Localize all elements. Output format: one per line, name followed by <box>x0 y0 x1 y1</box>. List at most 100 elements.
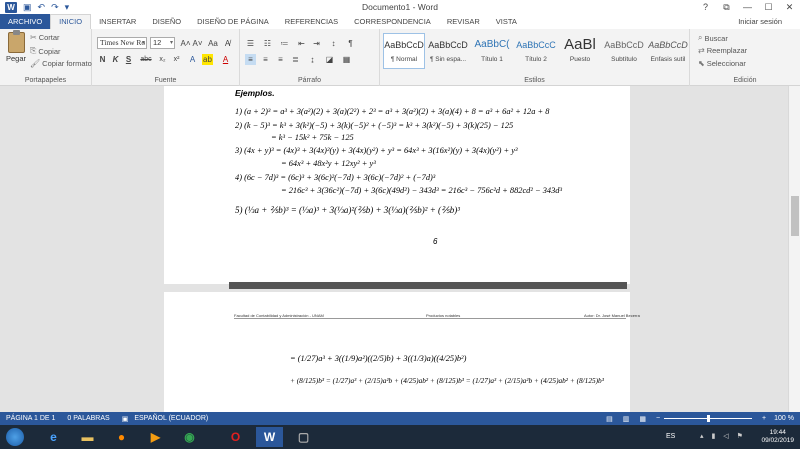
numbering-icon[interactable]: ☷ <box>262 38 273 49</box>
cut-button[interactable]: ✂ Cortar <box>30 33 60 42</box>
sign-in-link[interactable]: Iniciar sesión <box>738 14 782 29</box>
scrollbar-thumb[interactable] <box>791 196 799 236</box>
clipboard-group: Pegar ✂ Cortar ⎘ Copiar 🖌 Copiar formato Po… <box>0 29 92 86</box>
tab-correspondencia[interactable]: CORRESPONDENCIA <box>346 14 439 29</box>
style-puesto[interactable]: AaBl Puesto <box>559 33 601 69</box>
web-layout-icon[interactable]: ▦ <box>639 415 646 423</box>
font-name-select[interactable]: Times New Ro ▾ <box>97 37 147 49</box>
italic-button[interactable]: K <box>110 54 121 65</box>
shrink-font-icon[interactable]: A˅ <box>192 38 203 49</box>
sort-icon[interactable]: ↕ <box>328 38 339 49</box>
search-icon: ⌕ <box>698 33 703 42</box>
strikethrough-button[interactable]: abc <box>138 54 154 65</box>
vertical-scrollbar[interactable] <box>788 86 800 412</box>
bold-button[interactable]: N <box>97 54 108 65</box>
borders-icon[interactable]: ▦ <box>341 54 352 65</box>
tab-diseno[interactable]: DISEÑO <box>144 14 189 29</box>
zoom-out-icon[interactable]: − <box>656 415 660 422</box>
underline-button[interactable]: S <box>123 54 134 65</box>
chrome-icon[interactable]: ◉ <box>176 427 203 447</box>
folder-icon[interactable]: ▬ <box>74 427 101 447</box>
clock[interactable]: 19:44 09/02/2019 <box>761 429 794 445</box>
document-area[interactable]: Ejemplos. 1) (a + 2)³ = a³ + 3(a²)(2) + … <box>0 86 800 412</box>
zoom-slider-knob[interactable] <box>707 415 711 422</box>
line-spacing-icon[interactable]: ↨ <box>307 54 318 65</box>
read-mode-icon[interactable]: ▤ <box>606 415 613 423</box>
tab-archivo[interactable]: ARCHIVO <box>0 14 51 29</box>
font-color-icon[interactable]: A <box>220 54 231 65</box>
subscript-button[interactable]: x₂ <box>156 54 169 65</box>
select-button[interactable]: ⬉ Seleccionar <box>698 59 746 68</box>
minimize-button[interactable]: — <box>737 0 758 14</box>
example-2: 2) (k − 5)³ = k³ + 3(k²)(−5) + 3(k)(−5)²… <box>235 121 514 130</box>
input-language[interactable]: ES <box>666 433 675 440</box>
bullets-icon[interactable]: ☰ <box>245 38 256 49</box>
superscript-button[interactable]: x² <box>170 54 183 65</box>
language-status[interactable]: ESPAÑOL (ECUADOR) <box>134 415 208 422</box>
change-case-icon[interactable]: Aa <box>206 38 220 49</box>
text-effects-icon[interactable]: A <box>187 54 198 65</box>
highlight-icon[interactable]: ab <box>202 54 213 65</box>
ie-icon[interactable]: e <box>40 427 67 447</box>
page-count[interactable]: PÁGINA 1 DE 1 <box>6 415 55 422</box>
align-left-icon[interactable]: ≡ <box>245 54 256 65</box>
shading-icon[interactable]: ◪ <box>324 54 335 65</box>
ribbon-display-icon[interactable]: ⧉ <box>716 0 737 14</box>
format-painter-button[interactable]: 🖌 Copiar formato <box>30 59 92 68</box>
show-marks-icon[interactable]: ¶ <box>345 38 356 49</box>
clipboard-label: Portapapeles <box>24 77 67 84</box>
redo-icon[interactable]: ↷ <box>51 1 59 13</box>
maximize-button[interactable]: ☐ <box>758 0 779 14</box>
media-icon[interactable]: ▶ <box>142 427 169 447</box>
style-enfasis-sutil[interactable]: AaBbCcD Énfasis sutil <box>647 33 689 69</box>
copy-button[interactable]: ⎘ Copiar <box>30 46 61 56</box>
page-2[interactable]: Facultad de Contabilidad y Administració… <box>164 292 640 412</box>
tab-revisar[interactable]: REVISAR <box>439 14 488 29</box>
tab-vista[interactable]: VISTA <box>488 14 525 29</box>
opera-icon[interactable]: O <box>222 427 249 447</box>
style-titulo-2[interactable]: AaBbCcC Título 2 <box>515 33 557 69</box>
firefox-icon[interactable]: ● <box>108 427 135 447</box>
customize-icon[interactable]: ▾ <box>65 1 70 13</box>
header-divider <box>234 318 626 319</box>
replace-icon: ⇄ <box>698 46 705 55</box>
paste-button[interactable]: Pegar <box>4 30 28 63</box>
justify-icon[interactable]: ≣ <box>290 54 301 65</box>
undo-icon[interactable]: ↶ <box>38 1 46 13</box>
style-titulo-1[interactable]: AaBbC(Título 1 <box>471 33 513 69</box>
unknown-app-icon[interactable]: ▢ <box>290 427 317 447</box>
style-normal[interactable]: AaBbCcD ¶ Normal <box>383 33 425 69</box>
grow-font-icon[interactable]: A˄ <box>180 38 191 49</box>
find-button[interactable]: ⌕ Buscar <box>698 33 728 43</box>
tab-diseno-pagina[interactable]: DISEÑO DE PÁGINA <box>189 14 277 29</box>
print-layout-icon[interactable]: ▥ <box>623 415 630 423</box>
start-button[interactable] <box>6 428 24 446</box>
help-icon[interactable]: ? <box>695 0 716 14</box>
font-size-select[interactable]: 12 ▾ <box>150 37 175 49</box>
tab-inicio[interactable]: INICIO <box>50 14 92 29</box>
multilevel-list-icon[interactable]: ≔ <box>279 38 290 49</box>
zoom-slider[interactable] <box>664 415 753 422</box>
clear-format-icon[interactable]: A̸ <box>222 38 233 49</box>
zoom-in-icon[interactable]: + <box>762 415 766 422</box>
word-taskbar-icon[interactable]: W <box>256 427 283 447</box>
decrease-indent-icon[interactable]: ⇤ <box>296 38 307 49</box>
styles-group: AaBbCcD ¶ Normal AaBbCcD ¶ Sin espa... AaB… <box>380 29 690 86</box>
align-center-icon[interactable]: ≡ <box>260 54 271 65</box>
style-subtitulo[interactable]: AaBbCcD Subtítulo <box>603 33 645 69</box>
tab-insertar[interactable]: INSERTAR <box>91 14 144 29</box>
save-icon[interactable]: ▣ <box>23 1 32 13</box>
tray-icons[interactable]: ▴ ▮ ◁ ⚑ <box>700 432 746 440</box>
editing-group: ⌕ Buscar ⇄ Reemplazar ⬉ Seleccionar Edición <box>690 29 800 86</box>
zoom-level[interactable]: 100 % <box>774 415 794 422</box>
paragraph-label: Párrafo <box>298 77 321 84</box>
increase-indent-icon[interactable]: ⇥ <box>311 38 322 49</box>
page-1[interactable]: Ejemplos. 1) (a + 2)³ = a³ + 3(a²)(2) + … <box>164 86 630 284</box>
tab-referencias[interactable]: REFERENCIAS <box>277 14 346 29</box>
style-sin-espaciado[interactable]: AaBbCcD ¶ Sin espa... <box>427 33 469 69</box>
align-right-icon[interactable]: ≡ <box>275 54 286 65</box>
word-count[interactable]: 0 PALABRAS <box>67 415 109 422</box>
close-button[interactable]: ✕ <box>779 0 800 14</box>
proofing-icon[interactable]: ▣ <box>122 415 129 423</box>
replace-button[interactable]: ⇄ Reemplazar <box>698 46 747 55</box>
